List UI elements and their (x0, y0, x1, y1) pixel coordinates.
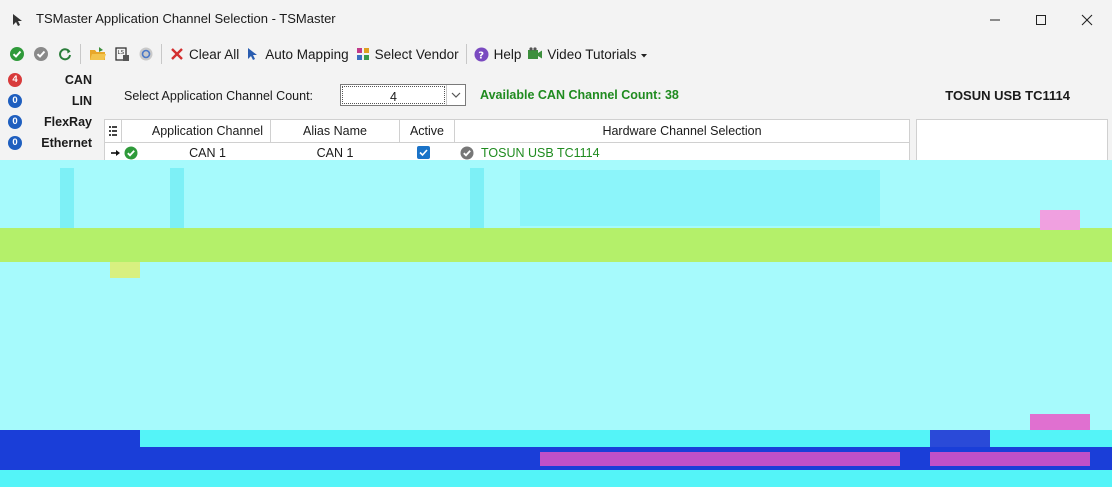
app-window: TSMaster Application Channel Selection -… (0, 0, 1112, 487)
column-header-alias-name[interactable]: Alias Name (271, 120, 400, 142)
maximize-button[interactable] (1018, 0, 1064, 40)
device-info-panel (916, 119, 1108, 161)
cursor-icon (245, 46, 261, 62)
category-lin[interactable]: 0 LIN (4, 91, 96, 111)
channel-count-select[interactable]: 4 (340, 84, 466, 106)
corrupted-band (0, 228, 1112, 262)
maximize-icon (1036, 15, 1046, 25)
corrupted-noise (170, 168, 184, 228)
channel-count-value: 4 (342, 86, 445, 104)
ok-icon[interactable] (6, 43, 28, 65)
column-header-active[interactable]: Active (400, 120, 455, 142)
select-vendor-button[interactable]: Select Vendor (352, 42, 462, 66)
category-label: CAN (64, 73, 92, 87)
close-button[interactable] (1064, 0, 1110, 40)
category-ethernet[interactable]: 0 Ethernet (4, 133, 96, 153)
cancel-icon[interactable] (30, 43, 52, 65)
help-icon: ? (474, 46, 490, 62)
clear-x-icon (169, 46, 185, 62)
corrupted-noise (930, 452, 1090, 466)
chevron-down-icon (640, 47, 648, 62)
channel-mapping-grid: Application Channel Alias Name Active Ha… (104, 119, 910, 165)
corrupted-noise (540, 452, 900, 466)
window-title: TSMaster Application Channel Selection -… (36, 11, 336, 26)
corrupted-noise (470, 168, 484, 228)
reset-icon[interactable] (135, 43, 157, 65)
count-badge: 4 (8, 73, 22, 87)
corrupted-noise (1040, 210, 1080, 230)
toolbar: LS Clear All Auto Mapping Select Vendor (0, 40, 1112, 68)
toolbar-separator (465, 44, 467, 64)
category-can[interactable]: 4 CAN (4, 70, 96, 90)
bus-category-list: 4 CAN 0 LIN 0 FlexRay 0 Ethernet (4, 70, 96, 170)
column-header-application-channel[interactable]: Application Channel (145, 120, 271, 142)
toolbar-separator (161, 44, 162, 64)
minimize-button[interactable] (972, 0, 1018, 40)
close-icon (1081, 14, 1093, 26)
column-header-hardware-channel[interactable]: Hardware Channel Selection (455, 120, 909, 142)
channel-count-label: Select Application Channel Count: (124, 89, 314, 103)
corrupted-noise (520, 170, 880, 226)
video-icon (527, 46, 543, 62)
vendor-grid-icon (355, 46, 371, 62)
refresh-icon[interactable] (54, 43, 76, 65)
category-label: Ethernet (41, 136, 92, 150)
svg-text:?: ? (478, 50, 484, 61)
active-checkbox[interactable] (417, 146, 430, 159)
category-label: FlexRay (44, 115, 92, 129)
toolbar-separator (80, 44, 81, 64)
corrupted-noise (110, 262, 140, 278)
category-flexray[interactable]: 0 FlexRay (4, 112, 96, 132)
open-folder-icon[interactable] (87, 43, 109, 65)
grid-menu-icon[interactable] (105, 120, 122, 142)
clear-all-button[interactable]: Clear All (166, 42, 242, 66)
chevron-down-icon (446, 85, 465, 105)
grid-header: Application Channel Alias Name Active Ha… (105, 120, 909, 143)
title-bar: TSMaster Application Channel Selection -… (0, 0, 1112, 40)
device-title: TOSUN USB TC1114 (945, 88, 1070, 103)
minimize-icon (990, 19, 1000, 21)
help-button[interactable]: ? Help (471, 42, 525, 66)
corrupted-noise (1030, 414, 1090, 430)
save-config-icon[interactable]: LS (111, 43, 133, 65)
corrupted-noise (930, 430, 990, 447)
cursor-app-icon (12, 13, 24, 27)
video-tutorials-button[interactable]: Video Tutorials (524, 42, 651, 66)
channel-count-row: Select Application Channel Count: 4 Avai… (104, 78, 1112, 112)
corrupted-noise (0, 430, 140, 447)
count-badge: 0 (8, 136, 22, 150)
category-label: LIN (71, 94, 92, 108)
corrupted-noise (60, 168, 74, 228)
count-badge: 0 (8, 115, 22, 129)
count-badge: 0 (8, 94, 22, 108)
available-channel-count: Available CAN Channel Count: 38 (480, 88, 679, 102)
auto-mapping-button[interactable]: Auto Mapping (242, 42, 351, 66)
corrupted-band (0, 470, 1112, 487)
